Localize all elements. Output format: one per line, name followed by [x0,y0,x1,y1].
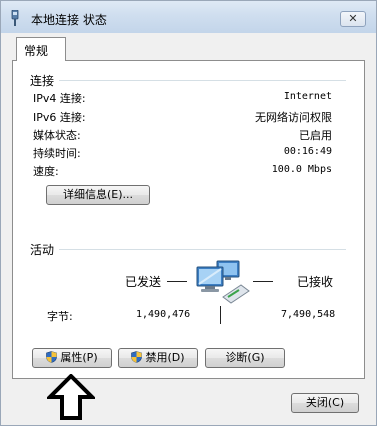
general-panel [12,60,365,379]
media-state-value: 已启用 [299,129,332,142]
status-window: 本地连接 状态 ✕ 常规 连接 IPv4 连接: Internet IPv6 连… [0,0,377,426]
connection-divider [59,80,346,81]
ipv4-label: IPv4 连接: [33,92,86,105]
ipv6-value: 无网络访问权限 [255,111,332,124]
properties-button-label: 属性(P) [60,351,98,364]
duration-label: 持续时间: [33,147,81,160]
disable-button-label: 禁用(D) [145,351,185,364]
sent-label: 已发送 [125,275,162,289]
diagnose-button[interactable]: 诊断(G) [205,348,285,368]
ipv6-label: IPv6 连接: [33,111,86,124]
uac-shield-icon [46,351,58,363]
media-state-label: 媒体状态: [33,129,81,142]
speed-label: 速度: [33,165,59,178]
bytes-sent-value: 1,490,476 [136,309,191,320]
tab-general[interactable]: 常规 [16,37,66,61]
activity-divider-vertical [220,306,221,324]
close-window-button[interactable]: ✕ [340,11,366,27]
network-plug-icon [11,10,19,26]
speed-value: 100.0 Mbps [271,164,332,175]
network-computers-icon [196,260,250,304]
disable-button[interactable]: 禁用(D) [118,348,198,368]
ipv4-value: Internet [283,91,332,102]
connection-section-label: 连接 [30,74,55,88]
activity-divider [59,249,346,250]
up-arrow-outline-icon [47,374,95,420]
window-title: 本地连接 状态 [31,13,107,27]
uac-shield-icon [131,351,143,363]
activity-section-label: 活动 [30,243,55,257]
received-label: 已接收 [297,275,334,289]
tab-general-label: 常规 [24,44,49,58]
title-bar[interactable]: 本地连接 状态 ✕ [1,1,376,33]
properties-button[interactable]: 属性(P) [32,348,112,368]
received-line [253,281,273,282]
bytes-label: 字节: [47,310,73,323]
bytes-received-value: 7,490,548 [281,309,336,320]
details-button[interactable]: 详细信息(E)... [46,185,150,205]
sent-line [167,281,187,282]
duration-value: 00:16:49 [283,146,332,157]
close-button[interactable]: 关闭(C) [291,393,359,413]
